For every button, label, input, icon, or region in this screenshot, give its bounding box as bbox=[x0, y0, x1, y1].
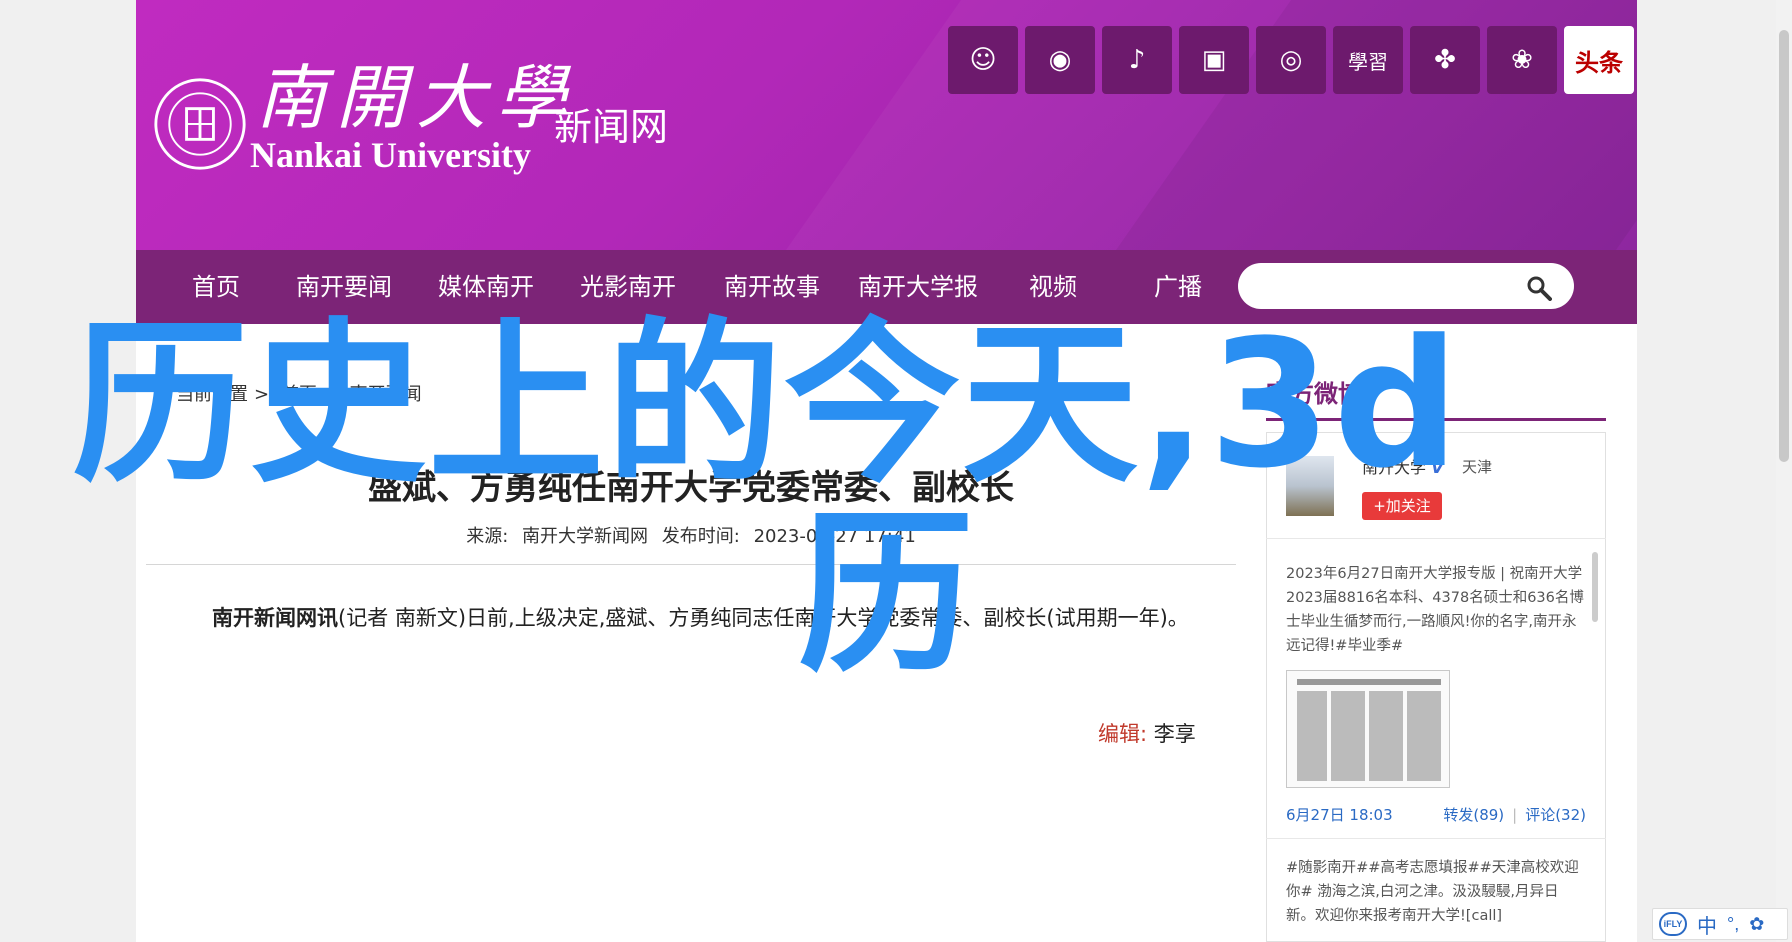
social-links: ☺ ◉ ♪ ▣ ◎ 學習 ✤ ❀ 头条 bbox=[948, 26, 1634, 94]
tiktok-icon[interactable]: ♪ bbox=[1102, 26, 1172, 94]
bilibili-icon[interactable]: ▣ bbox=[1179, 26, 1249, 94]
weibo-location: 天津 bbox=[1462, 458, 1493, 476]
wechat-icon[interactable]: ☺ bbox=[948, 26, 1018, 94]
search-input[interactable] bbox=[1258, 271, 1518, 301]
editor-label: 编辑: bbox=[1098, 722, 1148, 746]
overlay-headline-continued: 历 bbox=[798, 492, 975, 697]
divider bbox=[1266, 838, 1606, 839]
logo-subtitle: 新闻网 bbox=[554, 105, 669, 149]
weibo-post-stats: 转发(89) | 评论(32) bbox=[1443, 806, 1586, 824]
toutiao-icon[interactable]: 头条 bbox=[1564, 26, 1634, 94]
comment-link[interactable]: 评论(32) bbox=[1525, 806, 1586, 824]
weibo-icon[interactable]: ◉ bbox=[1025, 26, 1095, 94]
article-meta: 来源: 南开大学新闻网 发布时间: 2023-06-27 17:41 bbox=[146, 522, 1236, 548]
xuexi-icon[interactable]: 學習 bbox=[1333, 26, 1403, 94]
weibo-post-time[interactable]: 6月27日 18:03 bbox=[1286, 804, 1393, 825]
ime-settings-icon[interactable]: ✿ bbox=[1749, 914, 1764, 935]
logo-chinese[interactable]: 南開大學 bbox=[256, 42, 576, 143]
divider bbox=[1266, 538, 1606, 539]
repost-link[interactable]: 转发(89) bbox=[1443, 806, 1504, 824]
ime-logo-icon[interactable]: iFLY bbox=[1659, 912, 1687, 936]
body-lead: 南开新闻网讯 bbox=[212, 606, 338, 630]
university-seal-icon bbox=[154, 78, 246, 170]
search-icon[interactable] bbox=[1526, 275, 1552, 301]
scrollbar-thumb[interactable] bbox=[1779, 30, 1789, 462]
time-label: 发布时间: bbox=[661, 526, 740, 547]
ime-toolbar: iFLY 中 °, ✿ bbox=[1652, 908, 1788, 940]
page: 南開大學 Nankai University 新闻网 ☺ ◉ ♪ ▣ ◎ 學習 … bbox=[0, 0, 1792, 942]
source-label: 来源: bbox=[466, 526, 509, 547]
weibo-post: #随影南开##高考志愿填报##天津高校欢迎你# 渤海之滨,白河之津。汲汲駸駸,月… bbox=[1286, 860, 1579, 924]
ime-language-toggle[interactable]: 中 bbox=[1697, 910, 1717, 939]
page-scrollbar[interactable] bbox=[1776, 0, 1792, 942]
widget-scrollbar[interactable] bbox=[1592, 552, 1598, 622]
source-value: 南开大学新闻网 bbox=[522, 526, 649, 547]
body-text: (记者 南新文)日前,上级决定,盛斌、方勇纯同志任南开大学党委常委、副校长(试用… bbox=[338, 606, 1189, 630]
kuaishou-icon[interactable]: ◎ bbox=[1256, 26, 1326, 94]
lotus-icon[interactable]: ❀ bbox=[1487, 26, 1557, 94]
weibo-post-image[interactable] bbox=[1286, 670, 1450, 788]
divider bbox=[146, 564, 1236, 565]
article-body: 南开新闻网讯(记者 南新文)日前,上级决定,盛斌、方勇纯同志任南开大学党委常委、… bbox=[212, 604, 1232, 632]
editor-name: 李享 bbox=[1153, 722, 1196, 746]
logo-english[interactable]: Nankai University bbox=[250, 134, 531, 176]
ime-punctuation-icon[interactable]: °, bbox=[1727, 914, 1739, 935]
article-editor: 编辑: 李享 bbox=[1098, 718, 1196, 748]
weibo-post: 2023年6月27日南开大学报专版 | 祝南开大学2023届8816名本科、43… bbox=[1286, 566, 1584, 654]
app-icon[interactable]: ✤ bbox=[1410, 26, 1480, 94]
site-header: 南開大學 Nankai University 新闻网 ☺ ◉ ♪ ▣ ◎ 學習 … bbox=[136, 0, 1637, 250]
overlay-headline: 历史上的今天,3d bbox=[72, 302, 1462, 507]
